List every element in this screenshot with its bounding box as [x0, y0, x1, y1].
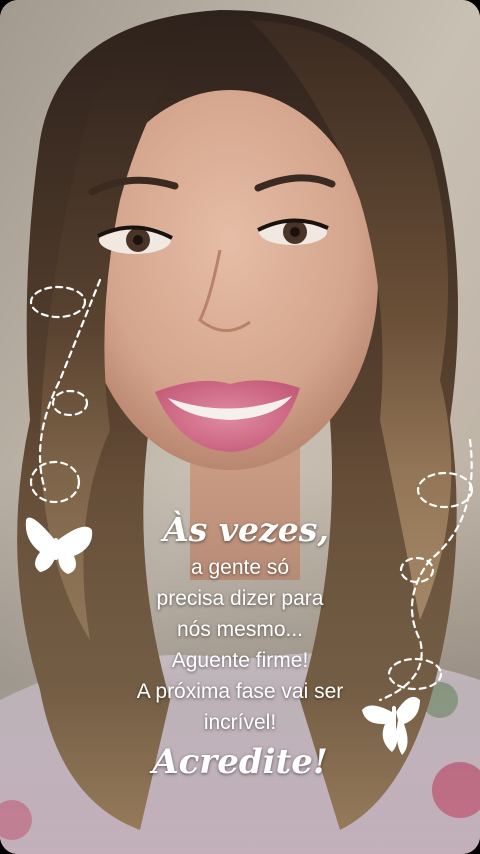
butterfly-icon: [362, 696, 420, 755]
quote-line: precisa dizer para: [156, 587, 324, 610]
dashed-trail-right: [378, 438, 474, 702]
quote-line: a gente só: [190, 556, 290, 579]
motivational-quote: Às vezes, a gente só precisa dizer para …: [110, 508, 370, 784]
quote-line: A próxima fase vai ser: [136, 680, 344, 703]
quote-line: incrível!: [203, 711, 277, 734]
quote-line: nós mesmo...: [176, 618, 304, 641]
dashed-trail-left: [29, 278, 102, 504]
quote-title: Às vezes,: [163, 510, 329, 549]
story-frame: Às vezes, a gente só precisa dizer para …: [0, 0, 480, 854]
quote-closing: Acredite!: [152, 742, 328, 782]
butterfly-icon: [25, 517, 93, 574]
quote-line: Aguente firme!: [171, 649, 309, 672]
